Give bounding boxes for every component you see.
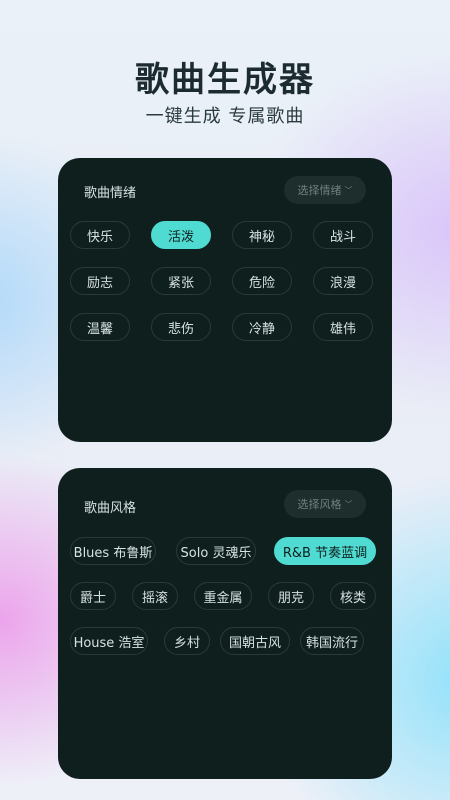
mood-card: 歌曲情绪 选择情绪 ﹀ 快乐 活泼 神秘 战斗 励志 紧张 危险 浪漫 温馨 悲…	[58, 158, 392, 442]
mood-chip-beishang[interactable]: 悲伤	[151, 313, 211, 341]
style-chip-house[interactable]: House 浩室	[70, 627, 148, 655]
style-row: House 浩室 乡村 国朝古风 韩国流行	[70, 627, 376, 655]
style-chip-kpop[interactable]: 韩国流行	[300, 627, 364, 655]
select-style-label: 选择风格	[297, 498, 342, 511]
mood-row: 励志 紧张 危险 浪漫	[70, 267, 394, 295]
mood-chip-lengjing[interactable]: 冷静	[232, 313, 292, 341]
style-chip-metal[interactable]: 重金属	[194, 582, 252, 610]
style-chip-country[interactable]: 乡村	[164, 627, 210, 655]
style-row: 爵士 摇滚 重金属 朋克 核类	[70, 582, 376, 610]
style-row: Blues 布鲁斯 Solo 灵魂乐 R&B 节奏蓝调	[70, 537, 376, 565]
mood-chip-weixian[interactable]: 危险	[232, 267, 292, 295]
mood-chip-wenxin[interactable]: 温馨	[70, 313, 130, 341]
mood-chip-list: 快乐 活泼 神秘 战斗 励志 紧张 危险 浪漫 温馨 悲伤 冷静 雄伟	[70, 221, 394, 359]
style-chip-rnb[interactable]: R&B 节奏蓝调	[274, 537, 376, 565]
style-chip-punk[interactable]: 朋克	[268, 582, 314, 610]
chevron-down-icon: ﹀	[344, 185, 353, 195]
mood-chip-xiongwei[interactable]: 雄伟	[313, 313, 373, 341]
select-mood-button[interactable]: 选择情绪 ﹀	[284, 176, 366, 204]
select-mood-label: 选择情绪	[297, 184, 342, 197]
select-style-button[interactable]: 选择风格 ﹀	[284, 490, 366, 518]
style-chip-jazz[interactable]: 爵士	[70, 582, 116, 610]
mood-chip-shenmi[interactable]: 神秘	[232, 221, 292, 249]
mood-row: 快乐 活泼 神秘 战斗	[70, 221, 394, 249]
style-label: 歌曲风格	[84, 501, 137, 516]
style-chip-core[interactable]: 核类	[330, 582, 376, 610]
style-chip-rock[interactable]: 摇滚	[132, 582, 178, 610]
style-chip-blues[interactable]: Blues 布鲁斯	[70, 537, 156, 565]
style-chip-guochao[interactable]: 国朝古风	[220, 627, 290, 655]
style-chip-solo[interactable]: Solo 灵魂乐	[176, 537, 256, 565]
chevron-down-icon: ﹀	[344, 499, 353, 509]
mood-chip-zhandou[interactable]: 战斗	[313, 221, 373, 249]
mood-chip-kuaile[interactable]: 快乐	[70, 221, 130, 249]
mood-chip-langman[interactable]: 浪漫	[313, 267, 373, 295]
mood-chip-huopo[interactable]: 活泼	[151, 221, 211, 249]
mood-chip-lizhi[interactable]: 励志	[70, 267, 130, 295]
page-title: 歌曲生成器	[135, 60, 315, 100]
page-subtitle: 一键生成 专属歌曲	[145, 106, 305, 127]
style-card: 歌曲风格 选择风格 ﹀ Blues 布鲁斯 Solo 灵魂乐 R&B 节奏蓝调 …	[58, 468, 392, 779]
mood-label: 歌曲情绪	[84, 186, 137, 201]
mood-chip-jinzhang[interactable]: 紧张	[151, 267, 211, 295]
mood-row: 温馨 悲伤 冷静 雄伟	[70, 313, 394, 341]
style-chip-list: Blues 布鲁斯 Solo 灵魂乐 R&B 节奏蓝调 爵士 摇滚 重金属 朋克…	[70, 537, 376, 672]
